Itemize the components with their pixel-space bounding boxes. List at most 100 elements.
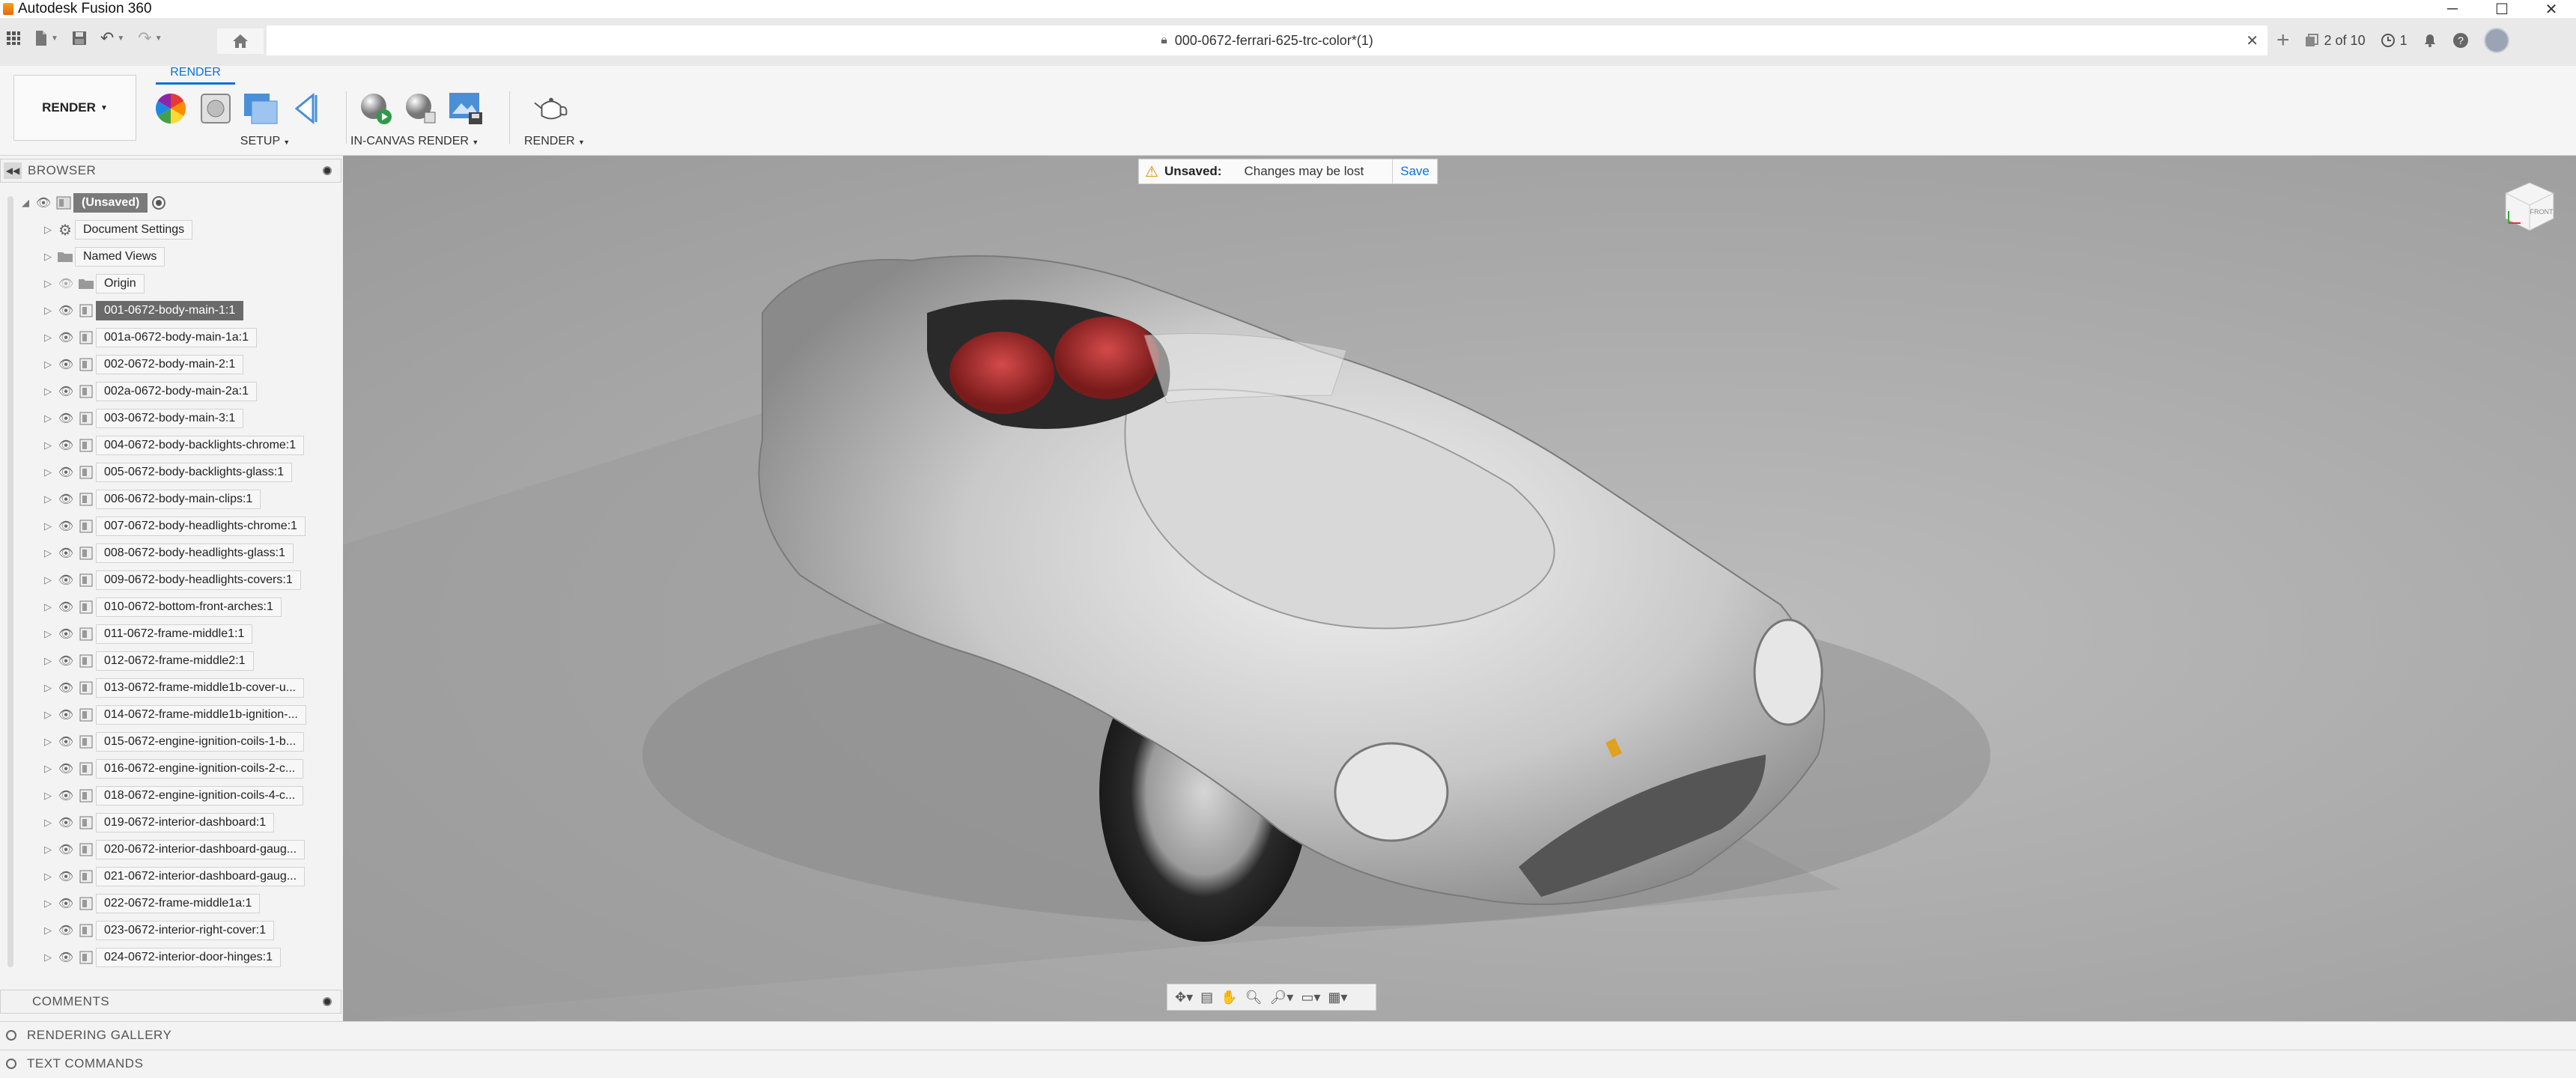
component-label[interactable]: 022-0672-frame-middle1a:1 xyxy=(96,894,261,913)
eye-icon[interactable]: 👁︎ xyxy=(55,680,76,695)
eye-icon[interactable]: 👁︎ xyxy=(55,950,76,965)
component-label[interactable]: 007-0672-body-headlights-chrome:1 xyxy=(96,517,306,536)
eye-icon[interactable]: 👁︎ xyxy=(33,195,54,210)
expand-arrow-icon[interactable]: ▷ xyxy=(40,709,55,721)
component-label[interactable]: 009-0672-body-headlights-covers:1 xyxy=(96,570,301,590)
component-label[interactable]: 019-0672-interior-dashboard:1 xyxy=(96,813,275,832)
eye-icon[interactable]: 👁︎ xyxy=(55,600,76,615)
component-row[interactable]: ▷ 👁︎ 018-0672-engine-ignition-coils-4-c... xyxy=(40,785,304,807)
job-status-button[interactable]: 1 xyxy=(2381,33,2408,49)
car-model-render[interactable] xyxy=(343,156,2576,1021)
component-label[interactable]: 014-0672-frame-middle1b-ignition-... xyxy=(96,705,306,725)
eye-icon[interactable]: 👁︎ xyxy=(55,842,76,857)
file-menu-button[interactable]: ▼ xyxy=(34,30,58,46)
component-row[interactable]: ▷ 👁︎ 019-0672-interior-dashboard:1 xyxy=(40,811,275,834)
eye-icon[interactable]: 👁︎ xyxy=(55,788,76,803)
expand-arrow-icon[interactable]: ▷ xyxy=(40,655,55,667)
close-tab-button[interactable]: ✕ xyxy=(2246,31,2258,50)
component-label[interactable]: 002a-0672-body-main-2a:1 xyxy=(96,382,258,401)
component-row[interactable]: ▷ 👁︎ 002-0672-body-main-2:1 xyxy=(40,353,244,376)
folder-row[interactable]: ▷ ⚙ Document Settings xyxy=(40,219,193,241)
pan-icon[interactable]: ✋ xyxy=(1221,990,1237,1005)
component-row[interactable]: ▷ 👁︎ 023-0672-interior-right-cover:1 xyxy=(40,919,275,942)
eye-icon[interactable]: 👁︎ xyxy=(55,330,76,345)
expand-arrow-icon[interactable]: ▷ xyxy=(40,224,55,236)
component-row[interactable]: ▷ 👁︎ 003-0672-body-main-3:1 xyxy=(40,407,244,430)
component-row[interactable]: ▷ 👁︎ 011-0672-frame-middle1:1 xyxy=(40,623,253,645)
eye-icon[interactable]: 👁︎ xyxy=(55,546,76,561)
expand-arrow-icon[interactable]: ▷ xyxy=(40,574,55,586)
expand-arrow-icon[interactable]: ▷ xyxy=(40,601,55,613)
component-row[interactable]: ▷ 👁︎ 016-0672-engine-ignition-coils-2-c... xyxy=(40,758,304,780)
display-settings-icon[interactable]: ▭▾ xyxy=(1301,990,1320,1005)
eye-hidden-icon[interactable]: 👁︎ xyxy=(55,276,76,291)
expand-arrow-icon[interactable]: ▷ xyxy=(40,790,55,802)
folder-row[interactable]: ▷ 👁︎ Origin xyxy=(40,272,145,295)
component-label[interactable]: 016-0672-engine-ignition-coils-2-c... xyxy=(96,759,304,779)
appearance-button[interactable] xyxy=(153,91,189,127)
expand-arrow-icon[interactable]: ▷ xyxy=(40,898,55,910)
component-row[interactable]: ▷ 👁︎ 014-0672-frame-middle1b-ignition-... xyxy=(40,704,306,726)
eye-icon[interactable]: 👁︎ xyxy=(55,654,76,669)
eye-icon[interactable]: 👁︎ xyxy=(55,573,76,588)
component-row[interactable]: ▷ 👁︎ 007-0672-body-headlights-chrome:1 xyxy=(40,515,306,538)
eye-icon[interactable]: 👁︎ xyxy=(55,923,76,938)
folder-label[interactable]: Document Settings xyxy=(75,220,193,240)
orbit-icon[interactable]: ✥▾ xyxy=(1175,990,1193,1005)
close-window-button[interactable]: ✕ xyxy=(2527,0,2576,18)
component-label[interactable]: 015-0672-engine-ignition-coils-1-b... xyxy=(96,732,305,752)
component-label[interactable]: 013-0672-frame-middle1b-cover-u... xyxy=(96,678,305,698)
component-label[interactable]: 010-0672-bottom-front-arches:1 xyxy=(96,597,282,617)
redo-button[interactable]: ↷ ▼ xyxy=(138,28,162,48)
expand-arrow-icon[interactable]: ▷ xyxy=(40,412,55,424)
comments-panel[interactable]: COMMENTS xyxy=(0,990,341,1014)
eye-icon[interactable]: 👁︎ xyxy=(55,519,76,534)
component-row[interactable]: ▷ 👁︎ 015-0672-engine-ignition-coils-1-b... xyxy=(40,731,305,753)
expand-arrow-icon[interactable]: ▷ xyxy=(40,386,55,398)
component-label[interactable]: 005-0672-body-backlights-glass:1 xyxy=(96,463,293,482)
root-label[interactable]: (Unsaved) xyxy=(73,193,148,213)
add-comment-icon[interactable] xyxy=(323,997,332,1006)
pin-icon[interactable] xyxy=(323,166,332,175)
viewcube[interactable]: FRONT xyxy=(2500,177,2560,237)
texture-map-button[interactable] xyxy=(243,91,279,127)
home-button[interactable] xyxy=(217,28,264,54)
component-label[interactable]: 001-0672-body-main-1:1 xyxy=(96,301,244,320)
eye-icon[interactable]: 👁︎ xyxy=(55,357,76,372)
component-label[interactable]: 020-0672-interior-dashboard-gaug... xyxy=(96,840,306,859)
in-canvas-render-group-label[interactable]: IN-CANVAS RENDER xyxy=(350,135,469,147)
workspace-switcher[interactable]: RENDER ▼ xyxy=(13,75,136,141)
browser-scrollbar[interactable] xyxy=(7,196,13,967)
collapse-arrow-icon[interactable]: ◢ xyxy=(18,197,33,209)
expand-arrow-icon[interactable]: ▷ xyxy=(40,925,55,937)
expand-circle-icon[interactable] xyxy=(6,1058,16,1069)
eye-icon[interactable]: 👁︎ xyxy=(55,896,76,911)
expand-arrow-icon[interactable]: ▷ xyxy=(40,547,55,559)
component-label[interactable]: 003-0672-body-main-3:1 xyxy=(96,409,244,428)
expand-arrow-icon[interactable]: ▷ xyxy=(40,844,55,856)
render-group-label[interactable]: RENDER xyxy=(524,135,575,147)
component-row[interactable]: ▷ 👁︎ 020-0672-interior-dashboard-gaug... xyxy=(40,838,306,861)
browser-header[interactable]: ◀◀ BROWSER xyxy=(0,159,341,183)
new-tab-button[interactable]: + xyxy=(2276,28,2290,53)
component-label[interactable]: 002-0672-body-main-2:1 xyxy=(96,355,244,374)
capture-image-button[interactable] xyxy=(448,91,484,127)
render-button[interactable] xyxy=(533,91,569,127)
expand-arrow-icon[interactable]: ▷ xyxy=(40,466,55,478)
eye-icon[interactable]: 👁︎ xyxy=(55,815,76,830)
undo-button[interactable]: ↶ ▼ xyxy=(100,28,124,48)
eye-icon[interactable]: 👁︎ xyxy=(55,761,76,776)
component-row[interactable]: ▷ 👁︎ 001-0672-body-main-1:1 xyxy=(40,299,244,322)
tab-render[interactable]: RENDER xyxy=(156,66,235,85)
component-row[interactable]: ▷ 👁︎ 009-0672-body-headlights-covers:1 xyxy=(40,569,301,591)
expand-arrow-icon[interactable]: ▷ xyxy=(40,736,55,748)
folder-row[interactable]: ▷ Named Views xyxy=(40,246,165,268)
eye-icon[interactable]: 👁︎ xyxy=(55,707,76,722)
expand-circle-icon[interactable] xyxy=(6,1029,16,1041)
data-panel-button[interactable] xyxy=(6,31,21,46)
expand-arrow-icon[interactable]: ▷ xyxy=(40,628,55,640)
component-row[interactable]: ▷ 👁︎ 022-0672-frame-middle1a:1 xyxy=(40,892,261,915)
collapse-panel-icon[interactable]: ◀◀ xyxy=(4,162,22,179)
grid-settings-icon[interactable]: ▦▾ xyxy=(1328,990,1347,1005)
eye-icon[interactable]: 👁︎ xyxy=(55,384,76,399)
